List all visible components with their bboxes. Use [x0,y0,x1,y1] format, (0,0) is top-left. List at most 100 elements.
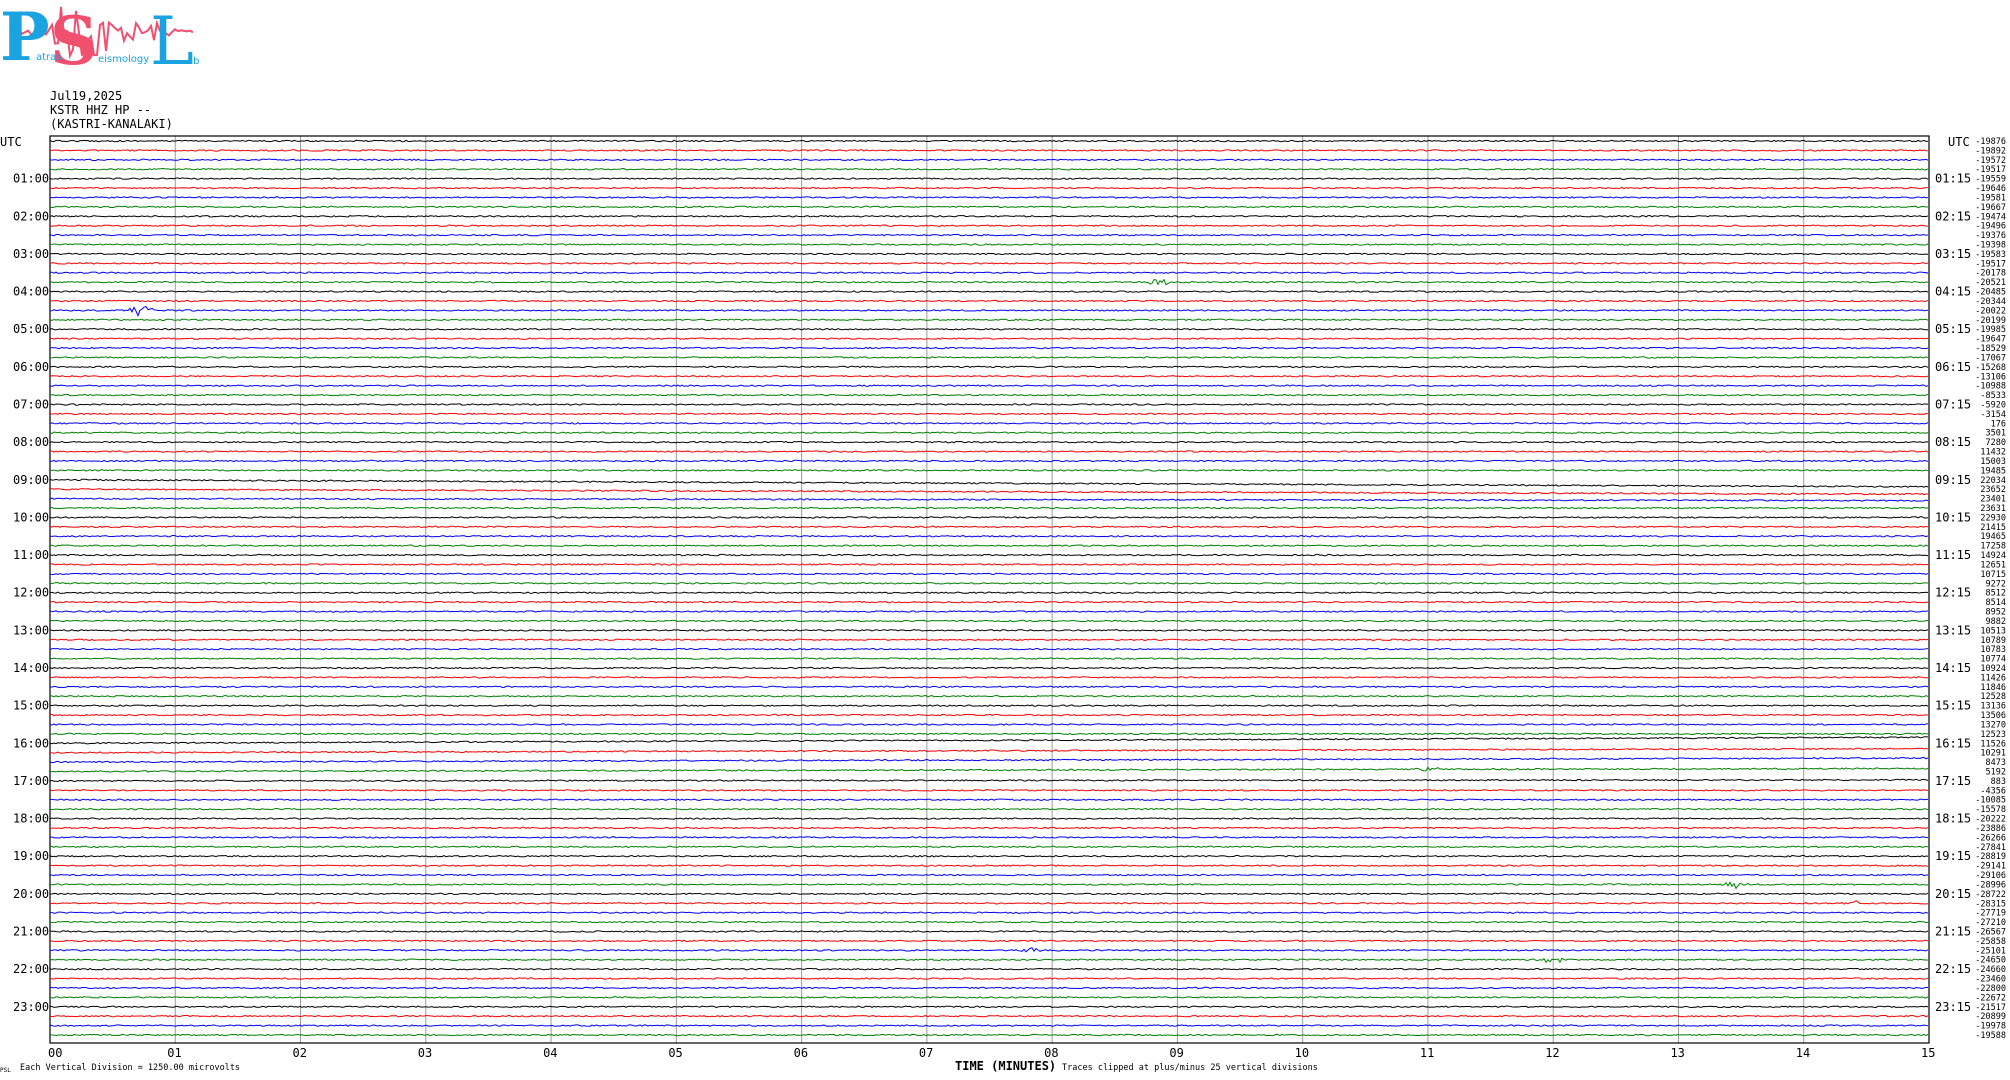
left-hour-label: 16:00 [13,736,49,750]
trace-94 [49,1024,1929,1027]
left-hour-label: 15:00 [13,699,49,713]
trace-62 [49,723,1929,726]
x-tick-06: 06 [794,1046,808,1060]
trace-10 [49,233,1929,237]
left-hour-label: 09:00 [13,473,49,487]
trace-64 [49,736,1929,745]
right-hour-label: 17:15 [1935,774,1971,788]
trace-89 [49,977,1929,980]
scale-note: Each Vertical Division = 1250.00 microvo… [20,1063,240,1073]
x-tick-00: 00 [48,1046,62,1060]
trace-35 [49,469,1929,472]
right-axis-title: UTC [1948,135,1970,149]
left-hour-label: 21:00 [13,924,49,938]
trace-46 [49,572,1929,576]
trace-95 [49,1033,1929,1037]
x-tick-04: 04 [543,1046,557,1060]
trace-13 [49,262,1929,265]
right-hour-label: 14:15 [1935,661,1971,675]
trace-83 [49,920,1929,924]
x-tick-05: 05 [668,1046,682,1060]
trace-74 [49,836,1929,839]
x-tick-03: 03 [418,1046,432,1060]
trace-52 [49,629,1929,632]
trace-78 [49,873,1929,877]
right-hour-label: 08:15 [1935,435,1971,449]
left-hour-label: 23:00 [13,1000,49,1014]
footer-mark: PSL [0,1067,11,1074]
left-hour-label: 13:00 [13,623,49,637]
right-hour-label: 03:15 [1935,247,1971,261]
left-hour-label: 11:00 [13,548,49,562]
trace-81 [49,900,1929,905]
trace-48 [49,591,1929,594]
trace-11 [49,243,1929,246]
right-hour-label: 13:15 [1935,623,1971,637]
trace-8 [49,215,1929,218]
x-tick-01: 01 [167,1046,181,1060]
right-hour-label: 12:15 [1935,586,1971,600]
left-hour-label: 02:00 [13,209,49,223]
trace-93 [49,1014,1929,1018]
left-hour-label: 10:00 [13,510,49,524]
left-hour-label: 01:00 [13,172,49,186]
trace-37 [49,488,1929,496]
right-hour-label: 15:15 [1935,699,1971,713]
left-hour-label: 06:00 [13,360,49,374]
right-hour-label: 16:15 [1935,736,1971,750]
trace-65 [49,747,1929,754]
right-hour-label: 10:15 [1935,510,1971,524]
trace-28 [49,403,1929,406]
trace-88 [49,967,1929,971]
trace-58 [49,685,1929,689]
trace-31 [49,431,1929,435]
trace-49 [49,600,1929,604]
trace-24 [49,365,1929,369]
trace-2 [49,158,1929,162]
trace-51 [49,619,1929,623]
trace-77 [49,864,1929,867]
trace-71 [49,807,1929,811]
trace-87 [49,957,1929,964]
trace-75 [49,845,1929,849]
trace-38 [49,497,1929,502]
trace-82 [49,911,1929,914]
x-tick-10: 10 [1295,1046,1309,1060]
x-axis-title: TIME (MINUTES) [955,1059,1056,1073]
trace-17 [49,299,1929,303]
trace-25 [49,374,1929,378]
trace-offset-label: -19588 [1975,1031,2006,1041]
trace-56 [49,666,1929,670]
left-hour-label: 17:00 [13,774,49,788]
trace-59 [49,694,1929,698]
trace-55 [49,657,1929,660]
trace-30 [49,422,1929,425]
left-axis-title: UTC [0,135,22,149]
left-hour-label: 03:00 [13,247,49,261]
x-tick-14: 14 [1796,1046,1810,1060]
trace-68 [49,778,1929,783]
trace-6 [49,196,1929,199]
trace-5 [49,186,1929,190]
right-hour-label: 20:15 [1935,887,1971,901]
trace-20 [49,327,1929,331]
x-tick-13: 13 [1670,1046,1684,1060]
x-tick-15: 15 [1921,1046,1935,1060]
right-hour-label: 02:15 [1935,209,1971,223]
trace-40 [49,516,1929,519]
trace-3 [49,167,1929,171]
trace-22 [49,346,1929,350]
trace-19 [49,318,1929,322]
trace-23 [49,356,1929,359]
left-hour-label: 18:00 [13,812,49,826]
trace-44 [49,553,1929,557]
x-tick-02: 02 [293,1046,307,1060]
trace-86 [49,947,1929,953]
left-hour-label: 05:00 [13,322,49,336]
trace-92 [49,1005,1929,1009]
trace-0 [49,139,1929,143]
left-hour-label: 08:00 [13,435,49,449]
trace-7 [49,205,1929,209]
trace-61 [49,713,1929,717]
x-tick-09: 09 [1169,1046,1183,1060]
